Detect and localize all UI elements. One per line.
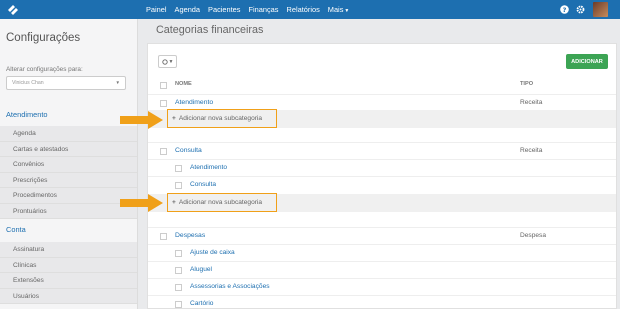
- category-name[interactable]: Despesas: [175, 232, 205, 239]
- nav-relatorios[interactable]: Relatórios: [287, 5, 320, 14]
- plus-icon: +: [172, 115, 176, 122]
- avatar[interactable]: [593, 2, 608, 17]
- sidebar-title: Configurações: [6, 32, 81, 44]
- nav-mais-label: Mais: [327, 5, 344, 14]
- add-subcategory-button[interactable]: + Adicionar nova subcategoria: [167, 193, 277, 212]
- category-type: Despesa: [520, 231, 547, 239]
- arrow-right-icon: [120, 194, 163, 212]
- options-dropdown-button[interactable]: ▼: [158, 55, 177, 68]
- row-checkbox[interactable]: [175, 267, 182, 274]
- add-subcategory-button[interactable]: + Adicionar nova subcategoria: [167, 109, 277, 128]
- sidebar-section-atendimento[interactable]: Atendimento: [0, 110, 137, 119]
- row-checkbox[interactable]: [175, 165, 182, 172]
- nav-financas[interactable]: Finanças: [249, 5, 279, 14]
- row-checkbox[interactable]: [160, 100, 167, 107]
- sidebar-item-assinatura[interactable]: Assinatura: [0, 242, 137, 258]
- subcategory-row: Consulta: [148, 176, 616, 193]
- chevron-down-icon: ▼: [344, 8, 350, 14]
- subcategory-name[interactable]: Atendimento: [190, 164, 227, 171]
- select-all-checkbox[interactable]: [160, 82, 167, 89]
- sidebar-item-convenios[interactable]: Convênios: [0, 157, 137, 173]
- page-title: Categorias financeiras: [156, 24, 264, 36]
- category-row: Despesas Despesa: [148, 227, 616, 244]
- sidebar-item-agenda[interactable]: Agenda: [0, 126, 137, 142]
- nav-agenda[interactable]: Agenda: [175, 5, 200, 14]
- sidebar-item-extensoes[interactable]: Extensões: [0, 273, 137, 289]
- category-name[interactable]: Atendimento: [175, 99, 213, 106]
- row-checkbox[interactable]: [175, 284, 182, 291]
- subcategory-row: Atendimento: [148, 159, 616, 176]
- column-header-name: NOME: [175, 81, 192, 87]
- category-row: Consulta Receita: [148, 142, 616, 159]
- subcategory-row: Aluguel: [148, 261, 616, 278]
- add-subcategory-label: Adicionar nova subcategoria: [178, 115, 263, 122]
- svg-text:?: ?: [562, 6, 566, 14]
- sidebar-list-conta: Assinatura Clínicas Extensões Usuários: [0, 242, 137, 304]
- user-select-value: Vinicius Chan: [12, 80, 44, 86]
- categories-panel: ▼ ADICIONAR NOME TIPO Atendimento Receit…: [147, 43, 617, 309]
- change-settings-label: Alterar configurações para:: [6, 66, 83, 73]
- subcategory-row: Cartório: [148, 295, 616, 309]
- nav-painel[interactable]: Painel: [146, 5, 167, 14]
- sidebar-item-clinicas[interactable]: Clínicas: [0, 257, 137, 273]
- row-checkbox[interactable]: [175, 250, 182, 257]
- row-checkbox[interactable]: [175, 301, 182, 308]
- category-type: Receita: [520, 146, 543, 154]
- subcategory-name[interactable]: Assessorias e Associações: [190, 283, 270, 290]
- sidebar-section-conta[interactable]: Conta: [0, 225, 137, 234]
- subcategory-row: Ajuste de caixa: [148, 244, 616, 261]
- sidebar-item-usuarios[interactable]: Usuários: [0, 288, 137, 304]
- row-checkbox[interactable]: [160, 233, 167, 240]
- top-navbar: Painel Agenda Pacientes Finanças Relatór…: [0, 0, 620, 19]
- nav-mais[interactable]: Mais▼: [328, 5, 350, 14]
- top-icons: ?: [553, 2, 608, 17]
- sidebar-item-prontuarios[interactable]: Prontuários: [0, 203, 137, 219]
- sidebar-item-cartas[interactable]: Cartas e atestados: [0, 141, 137, 157]
- subcategory-name[interactable]: Cartório: [190, 300, 213, 307]
- nav-pacientes[interactable]: Pacientes: [208, 5, 240, 14]
- category-name[interactable]: Consulta: [175, 147, 202, 154]
- category-type: Receita: [520, 98, 543, 106]
- column-header-type: TIPO: [520, 81, 534, 87]
- chevron-down-icon: ▼: [168, 58, 174, 65]
- arrow-right-icon: [120, 111, 163, 129]
- help-icon[interactable]: ?: [559, 5, 569, 15]
- subcategory-name[interactable]: Consulta: [190, 181, 216, 188]
- sidebar-item-procedimentos[interactable]: Procedimentos: [0, 188, 137, 204]
- chevron-down-icon: ▼: [115, 80, 120, 85]
- settings-icon: [161, 58, 168, 65]
- subcategory-name[interactable]: Aluguel: [190, 266, 212, 273]
- subcategory-row: Assessorias e Associações: [148, 278, 616, 295]
- row-checkbox[interactable]: [175, 182, 182, 189]
- add-category-button[interactable]: ADICIONAR: [566, 54, 608, 69]
- add-subcategory-label: Adicionar nova subcategoria: [178, 199, 263, 206]
- sidebar-list-atendimento: Agenda Cartas e atestados Convênios Pres…: [0, 126, 137, 219]
- gear-icon[interactable]: [575, 5, 585, 15]
- user-select[interactable]: Vinicius Chan ▼: [6, 76, 126, 90]
- sidebar-item-prescricoes[interactable]: Prescrições: [0, 172, 137, 188]
- subcategory-name[interactable]: Ajuste de caixa: [190, 249, 235, 256]
- settings-sidebar: Configurações Alterar configurações para…: [0, 19, 138, 309]
- plus-icon: +: [172, 199, 176, 206]
- app-logo-icon[interactable]: [5, 2, 21, 17]
- main-nav: Painel Agenda Pacientes Finanças Relatór…: [146, 0, 357, 19]
- row-checkbox[interactable]: [160, 148, 167, 155]
